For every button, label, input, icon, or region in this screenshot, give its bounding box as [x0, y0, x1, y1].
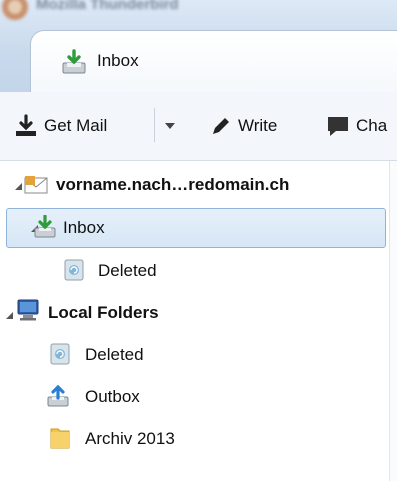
outbox-icon — [47, 384, 69, 407]
get-mail-button[interactable]: Get Mail — [14, 112, 107, 140]
tab-inbox-label: Inbox — [97, 51, 139, 70]
download-icon — [16, 114, 36, 136]
toolbar-separator — [154, 108, 155, 142]
folder-row-archive[interactable]: Archiv 2013 — [0, 418, 389, 458]
folder-row-local-deleted[interactable]: Deleted — [0, 334, 389, 374]
folder-row-account-deleted[interactable]: Deleted — [0, 250, 389, 290]
folder-row-inbox[interactable]: Inbox — [6, 208, 386, 248]
trash-icon — [50, 343, 70, 365]
chat-label: Cha — [356, 116, 388, 135]
write-label: Write — [238, 116, 278, 135]
chevron-down-icon — [165, 123, 175, 129]
get-mail-label: Get Mail — [44, 116, 108, 135]
folder-icon — [50, 428, 70, 449]
write-button[interactable]: Write — [210, 112, 277, 140]
account-name: vorname.nach…redomain.ch — [56, 175, 290, 194]
chat-button[interactable]: Cha — [326, 112, 387, 140]
chat-bubble-icon — [328, 117, 348, 136]
mail-account-icon — [24, 176, 48, 194]
folder-row-local-folders[interactable]: Local Folders — [0, 292, 389, 332]
local-folders-label: Local Folders — [48, 303, 159, 322]
folder-row-outbox[interactable]: Outbox — [0, 376, 389, 416]
archive-label: Archiv 2013 — [85, 429, 175, 448]
thunderbird-app-icon — [2, 0, 28, 20]
pane-splitter[interactable] — [389, 161, 397, 481]
inbox-icon — [62, 49, 86, 74]
twisty-expanded-icon[interactable] — [15, 183, 22, 190]
pencil-icon — [213, 118, 229, 134]
tab-inbox[interactable]: Inbox — [30, 30, 397, 93]
inbox-label: Inbox — [63, 218, 105, 237]
folder-row-account[interactable]: vorname.nach…redomain.ch — [0, 166, 389, 206]
local-deleted-label: Deleted — [85, 345, 144, 364]
account-deleted-label: Deleted — [98, 261, 157, 280]
computer-icon — [17, 299, 39, 321]
trash-icon — [64, 259, 84, 281]
get-mail-dropdown-button[interactable] — [164, 112, 176, 140]
outbox-label: Outbox — [85, 387, 140, 406]
mail-toolbar: Get Mail Write Cha — [0, 92, 397, 161]
twisty-expanded-icon[interactable] — [6, 312, 13, 319]
window-title: Mozilla Thunderbird — [36, 0, 179, 13]
inbox-icon — [34, 215, 56, 238]
